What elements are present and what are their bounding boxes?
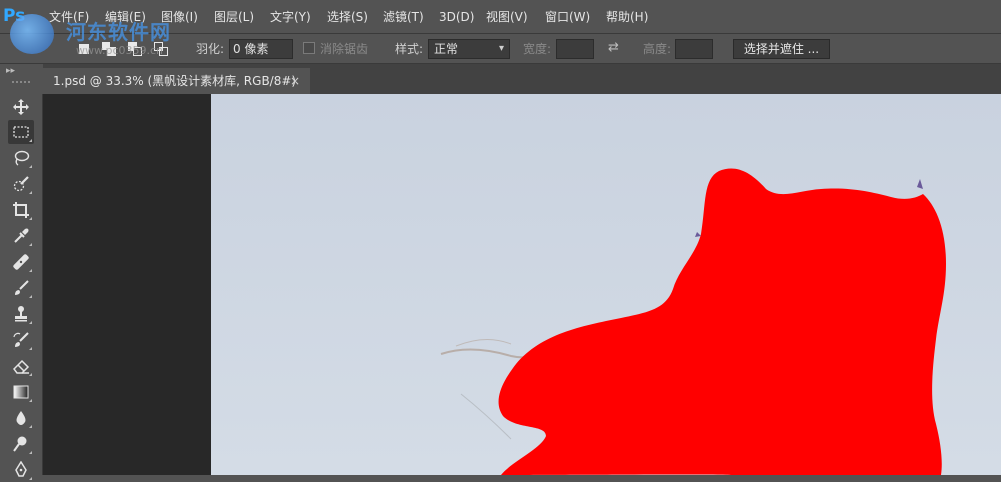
close-icon[interactable]: × (290, 68, 300, 94)
document-canvas[interactable] (211, 94, 1001, 475)
clone-stamp-tool-icon[interactable] (8, 302, 34, 326)
quick-selection-tool-icon[interactable] (8, 172, 34, 196)
style-label: 样式: (395, 42, 424, 56)
swap-width-height-icon[interactable]: ⇄ (608, 41, 624, 55)
blur-tool-icon[interactable] (8, 406, 34, 430)
style-select[interactable]: 正常 ▾ (428, 39, 510, 59)
menu-view[interactable]: 视图(V) (486, 8, 528, 26)
photoshop-logo: Ps (3, 6, 26, 26)
grip-handle[interactable] (12, 81, 30, 83)
feather-label: 羽化: (196, 42, 225, 56)
menu-file[interactable]: 文件(F) (49, 8, 89, 26)
intersect-selection-icon[interactable] (154, 42, 168, 56)
add-to-selection-icon[interactable] (102, 42, 116, 56)
document-tab-bar: 1.psd @ 33.3% (黑帆设计素材库, RGB/8#) × (43, 64, 1001, 94)
menu-type[interactable]: 文字(Y) (270, 8, 311, 26)
subtract-from-selection-icon[interactable] (128, 42, 142, 56)
menu-edit[interactable]: 编辑(E) (105, 8, 146, 26)
options-bar: 羽化: 0 像素 消除锯齿 样式: 正常 ▾ 宽度: ⇄ 高度: 选择并遮住 .… (0, 33, 1001, 64)
lasso-tool-icon[interactable] (8, 146, 34, 170)
eyedropper-tool-icon[interactable] (8, 224, 34, 248)
height-label: 高度: (643, 42, 672, 56)
crop-tool-icon[interactable] (8, 198, 34, 222)
width-label: 宽度: (523, 42, 552, 56)
feather-input[interactable]: 0 像素 (229, 39, 293, 59)
width-input[interactable] (556, 39, 594, 59)
dodge-tool-icon[interactable] (8, 432, 34, 456)
chevron-down-icon: ▾ (498, 43, 504, 54)
menu-help[interactable]: 帮助(H) (606, 8, 648, 26)
menu-3d[interactable]: 3D(D) (439, 8, 474, 26)
toolbox-header: ▸▸ (0, 64, 43, 94)
menu-layer[interactable]: 图层(L) (214, 8, 254, 26)
antialias-checkbox[interactable] (303, 42, 315, 54)
new-selection-icon[interactable] (77, 42, 91, 56)
pen-tool-icon[interactable] (8, 458, 34, 482)
document-tab[interactable]: 1.psd @ 33.3% (黑帆设计素材库, RGB/8#) × (43, 68, 310, 94)
menu-filter[interactable]: 滤镜(T) (383, 8, 424, 26)
select-and-mask-button[interactable]: 选择并遮住 ... (733, 39, 830, 59)
menu-window[interactable]: 窗口(W) (545, 8, 590, 26)
menu-select[interactable]: 选择(S) (327, 8, 368, 26)
style-select-value: 正常 (434, 42, 459, 56)
height-input[interactable] (675, 39, 713, 59)
menu-bar: Ps 文件(F) 编辑(E) 图像(I) 图层(L) 文字(Y) 选择(S) 滤… (0, 0, 1001, 33)
image-content (211, 94, 1001, 475)
canvas-area[interactable] (43, 94, 1001, 475)
rectangular-marquee-tool-icon[interactable] (8, 120, 34, 144)
eraser-tool-icon[interactable] (8, 354, 34, 378)
document-tab-title: 1.psd @ 33.3% (黑帆设计素材库, RGB/8#) (53, 74, 297, 88)
toolbox (0, 94, 43, 480)
gradient-tool-icon[interactable] (8, 380, 34, 404)
brush-tool-icon[interactable] (8, 276, 34, 300)
antialias-label: 消除锯齿 (320, 42, 369, 56)
collapse-panel-icon[interactable]: ▸▸ (6, 66, 15, 76)
history-brush-tool-icon[interactable] (8, 328, 34, 352)
healing-brush-tool-icon[interactable] (8, 250, 34, 274)
move-tool-icon[interactable] (8, 95, 34, 119)
menu-image[interactable]: 图像(I) (161, 8, 198, 26)
